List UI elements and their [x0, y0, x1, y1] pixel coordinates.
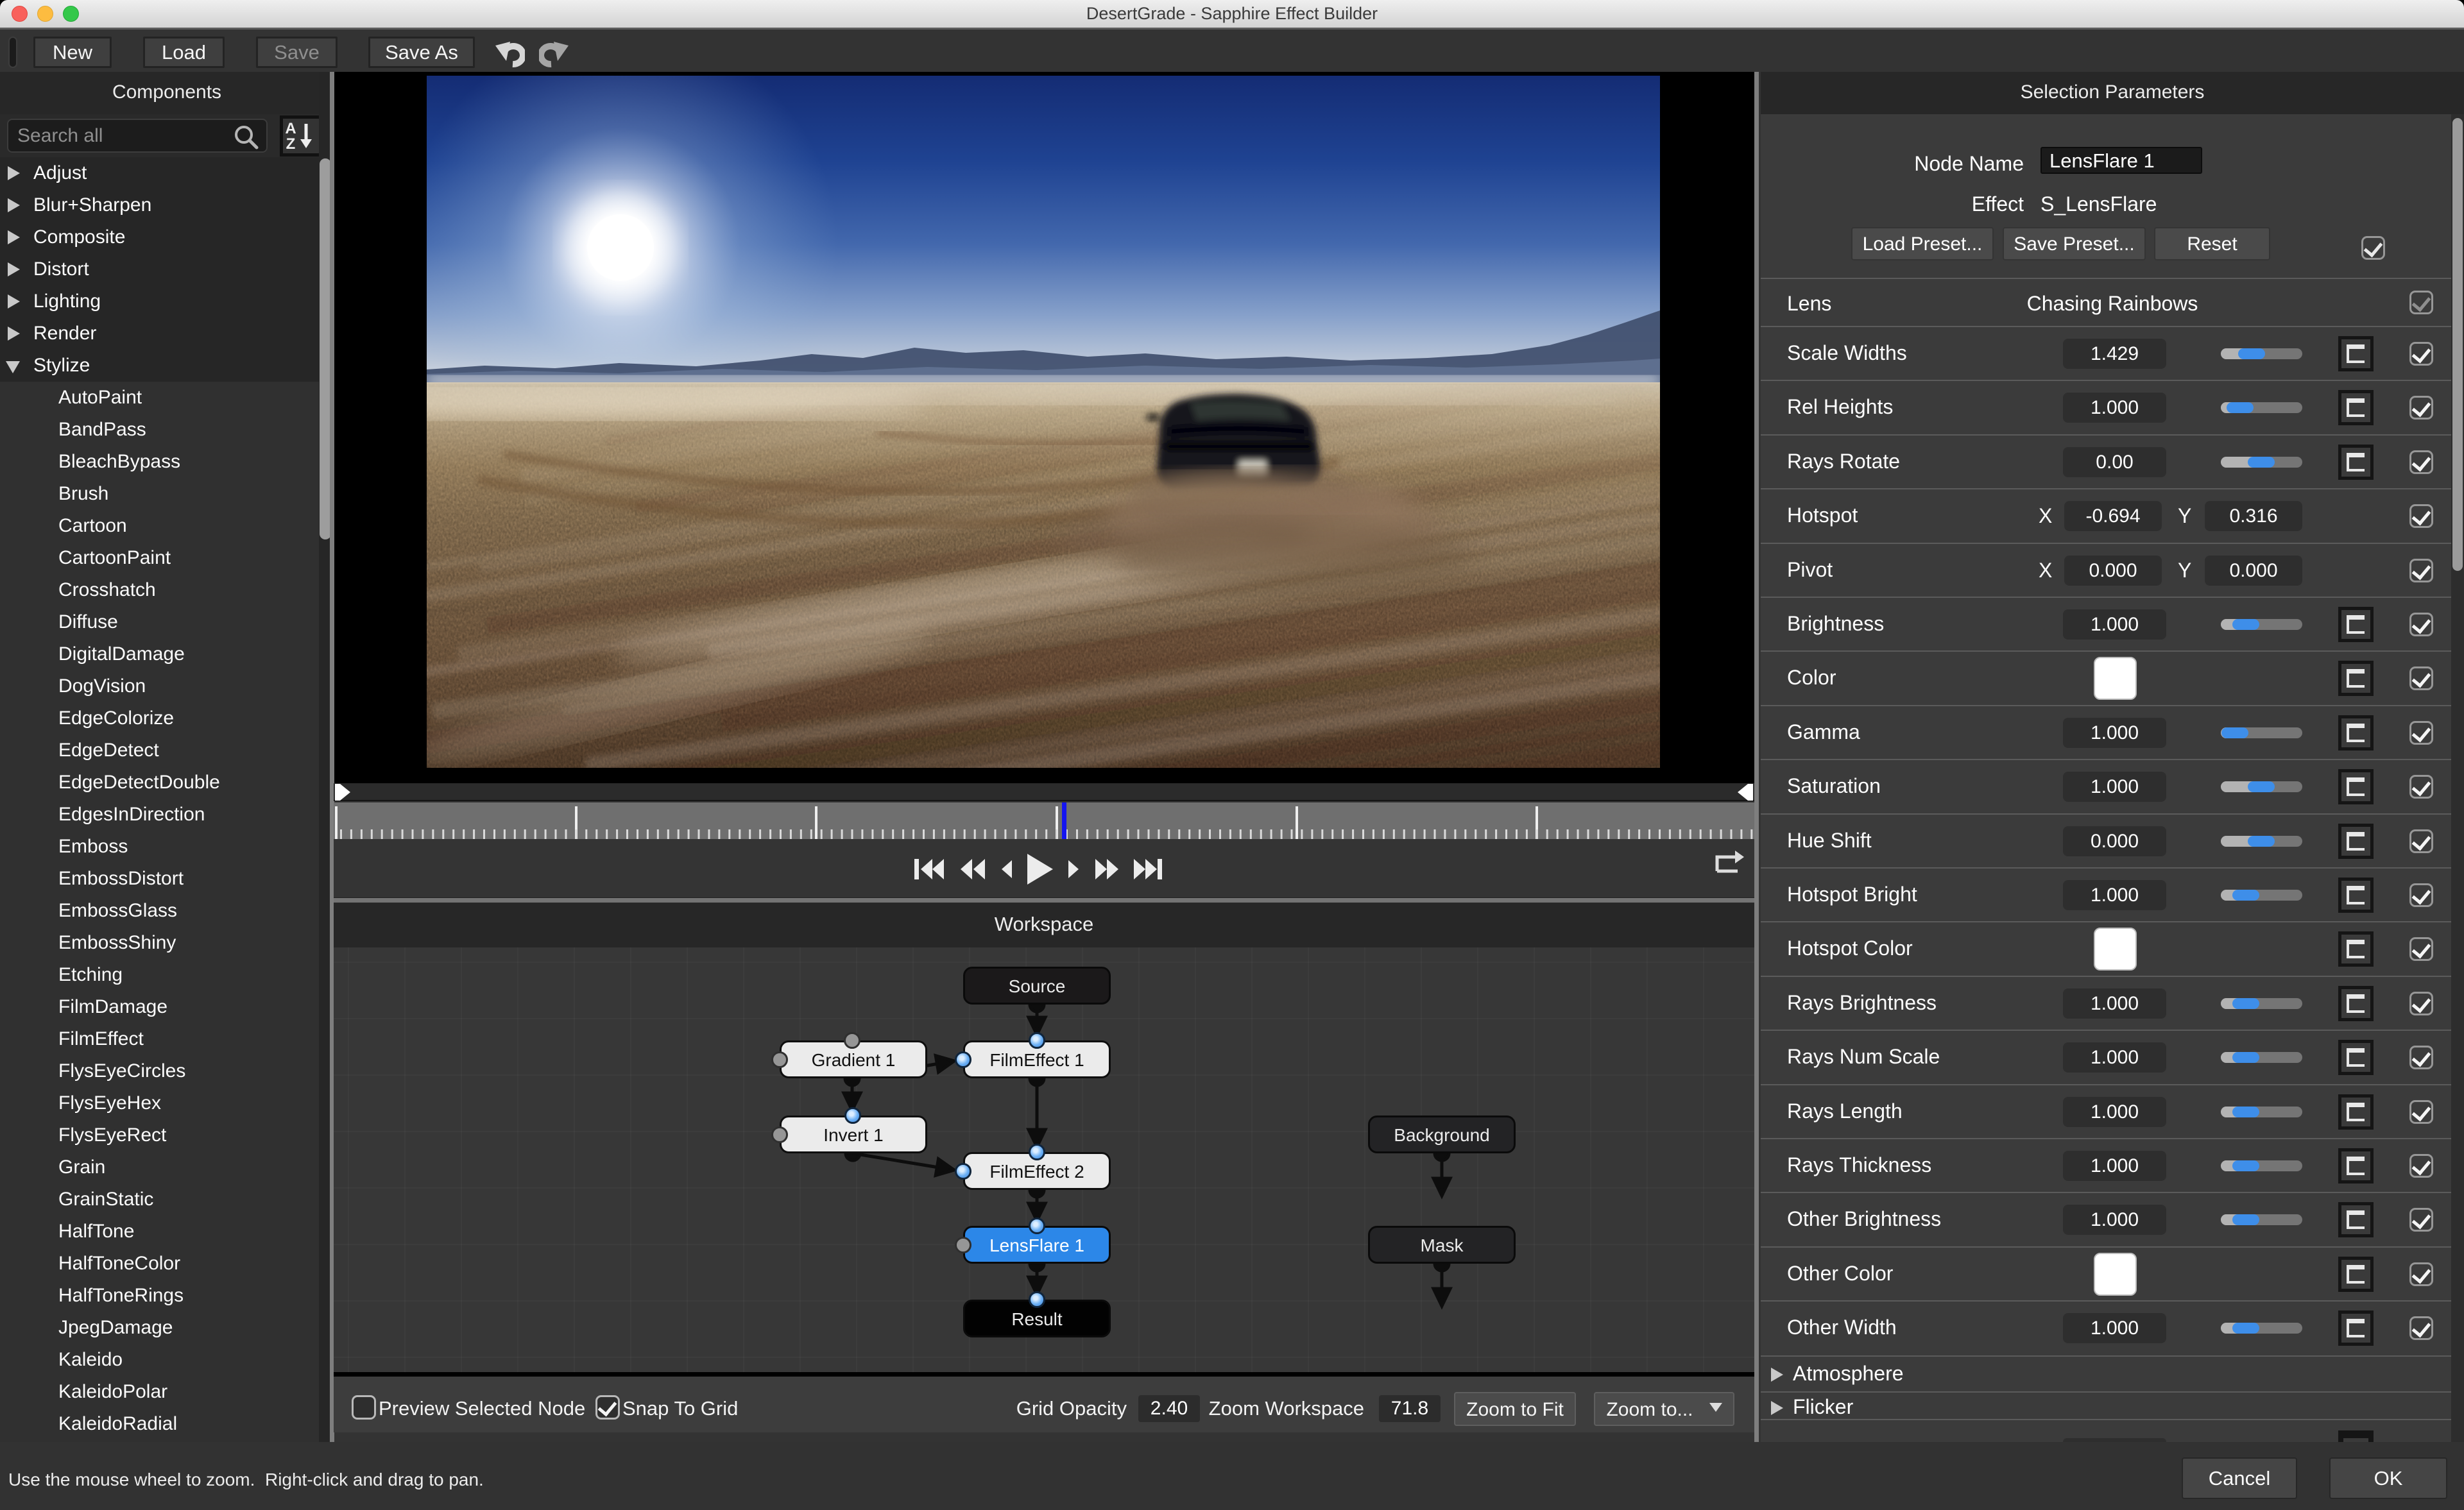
svg-text:A: A: [285, 120, 296, 137]
svg-text:Z: Z: [286, 135, 296, 153]
